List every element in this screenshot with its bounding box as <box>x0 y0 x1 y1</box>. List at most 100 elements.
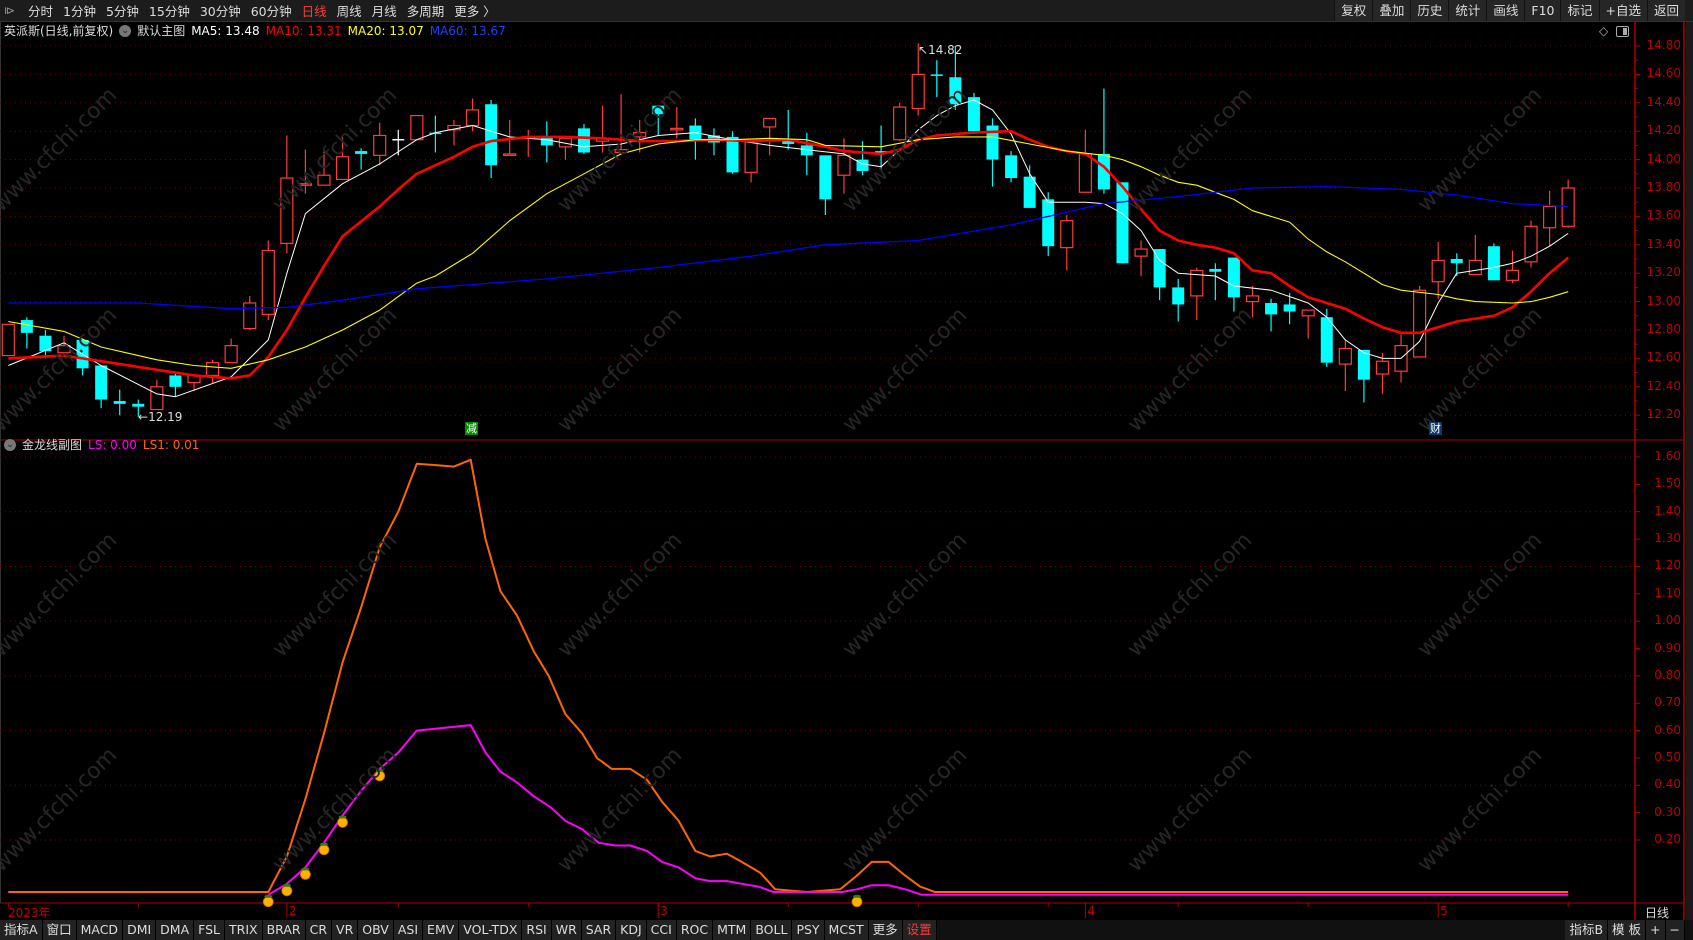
indicator-axis-label: 1.40 <box>1654 503 1681 518</box>
chevron-down-icon[interactable]: ⌄ <box>4 439 16 451</box>
candle-body-down <box>1450 259 1463 264</box>
indicator-tab-10[interactable]: OBV <box>358 920 394 940</box>
indicator-tab-7[interactable]: BRAR <box>262 920 306 940</box>
diamond-icon[interactable]: ◇ <box>1599 24 1608 38</box>
chevron-down-icon[interactable]: ⌄ <box>119 25 132 37</box>
indicator-tab-3[interactable]: DMI <box>123 920 157 940</box>
indicator-tab-0[interactable]: 指标A <box>0 920 43 940</box>
date-label: 3 <box>660 904 668 918</box>
indicator-title[interactable]: 金龙线副图 <box>22 436 82 454</box>
tab-period-3[interactable]: 15分钟 <box>149 1 190 20</box>
gold-coin-signal-icon <box>851 896 863 908</box>
ls1-line <box>8 458 1569 893</box>
candle-body-up <box>744 140 758 173</box>
tab-period-8[interactable]: 月线 <box>372 1 397 20</box>
coin-leaf-icon <box>301 867 310 871</box>
candle-body-up <box>1301 309 1315 317</box>
price-axis-label: 14.20 <box>1646 123 1681 138</box>
indicator-tab-12[interactable]: EMV <box>423 920 460 940</box>
indicator-tab-25[interactable]: 设置 <box>902 920 937 940</box>
candle-body-down <box>132 403 145 407</box>
period-tabs: 分时 1分钟 5分钟 15分钟 30分钟 60分钟 日线 周线 月线 多周期 更多 〉 <box>28 1 496 20</box>
indicator-tab-24[interactable]: 更多 <box>868 920 903 940</box>
candle-body-up <box>410 114 424 141</box>
reduction-marker[interactable]: 减 <box>465 422 478 435</box>
indicator-tab-13[interactable]: VOL-TDX <box>459 920 523 940</box>
candle-body-up <box>335 156 350 181</box>
toolbar-button-0[interactable]: 复权 <box>1334 0 1373 21</box>
indicator-tab-21[interactable]: BOLL <box>751 920 793 940</box>
toolbar-button-6[interactable]: 标记 <box>1560 0 1599 21</box>
indicator-tab-20[interactable]: MTM <box>713 920 752 940</box>
panel-toggle-icon[interactable] <box>1616 26 1630 37</box>
indicator-axis-label: 0.70 <box>1654 695 1681 710</box>
candle-body-up <box>633 132 647 138</box>
candle-body-up <box>1078 153 1092 193</box>
indicator-tab-6[interactable]: TRIX <box>225 920 263 940</box>
chart-tools: ◇ <box>1599 24 1630 38</box>
candle-body-down <box>652 105 665 115</box>
tab-period-4[interactable]: 30分钟 <box>200 1 241 20</box>
tab-period-1[interactable]: 1分钟 <box>63 1 96 20</box>
gold-coin-signal-icon <box>318 844 330 856</box>
tab-period-6[interactable]: 日线 <box>302 1 327 20</box>
bottom-right-button-2[interactable]: + <box>1646 920 1666 940</box>
scrollbar[interactable] <box>1686 22 1693 920</box>
price-axis-label: 13.80 <box>1646 180 1681 194</box>
indicator-tab-19[interactable]: ROC <box>676 920 714 940</box>
collapse-icon[interactable]: ⧐ <box>4 4 22 18</box>
price-axis-label: 14.60 <box>1646 66 1681 81</box>
candle-body-up <box>893 106 907 141</box>
price-axis-label: 12.20 <box>1646 407 1681 422</box>
indicator-tab-4[interactable]: DMA <box>156 920 195 940</box>
candle-body-up <box>1431 259 1445 283</box>
tab-period-10[interactable]: 更多 〉 <box>454 1 495 20</box>
indicator-axis-label: 1.10 <box>1654 585 1681 600</box>
candle-body-up <box>280 177 294 244</box>
indicator-tab-22[interactable]: PSY <box>792 920 825 940</box>
toolbar-button-8[interactable]: 返回 <box>1646 0 1685 21</box>
bottom-right-button-1[interactable]: 模 板 <box>1608 920 1647 940</box>
low-price: 12.19 <box>148 410 183 424</box>
indicator-tab-5[interactable]: FSL <box>194 920 226 940</box>
indicator-tab-15[interactable]: WR <box>551 920 582 940</box>
toolbar-button-1[interactable]: 叠加 <box>1372 0 1411 21</box>
tab-period-9[interactable]: 多周期 <box>407 1 445 20</box>
tab-period-0[interactable]: 分时 <box>28 1 53 20</box>
bottom-right-button-0[interactable]: 指标B <box>1565 920 1609 940</box>
tab-period-2[interactable]: 5分钟 <box>106 1 139 20</box>
indicator-tab-2[interactable]: MACD <box>76 920 124 940</box>
ls-line <box>267 724 1569 896</box>
toolbar-button-3[interactable]: 统计 <box>1448 0 1487 21</box>
indicator-tabs: 指标A 窗口 MACD DMI DMA FSL TRIX BRAR CR VR OBV ASI EMV V… <box>0 920 1693 940</box>
toolbar-button-4[interactable]: 画线 <box>1486 0 1525 21</box>
candle-body-down <box>819 155 832 200</box>
toolbar-button-2[interactable]: 历史 <box>1410 0 1449 21</box>
price-axis-label: 14.00 <box>1646 151 1681 166</box>
tab-period-5[interactable]: 60分钟 <box>251 1 292 20</box>
toolbar-button-7[interactable]: +自选 <box>1598 0 1647 21</box>
candle-body-up <box>837 154 851 176</box>
indicator-tab-23[interactable]: MCST <box>824 920 869 940</box>
indicator-tab-9[interactable]: VR <box>332 920 359 940</box>
indicator-tab-17[interactable]: KDJ <box>616 920 647 940</box>
indicator-tab-1[interactable]: 窗口 <box>42 920 77 940</box>
indicator-tab-8[interactable]: CR <box>305 920 333 940</box>
indicator-axis-label: 1.60 <box>1654 449 1681 463</box>
tab-period-7[interactable]: 周线 <box>337 1 362 20</box>
toolbar-button-5[interactable]: F10 <box>1524 0 1561 21</box>
ma60-line <box>8 185 1569 310</box>
date-label: 5 <box>1440 904 1448 918</box>
bottom-right-button-3[interactable]: − <box>1665 920 1685 940</box>
price-axis-label: 12.40 <box>1646 378 1681 393</box>
ma10-value: MA10: 13.31 <box>265 24 342 38</box>
indicator-tab-11[interactable]: ASI <box>393 920 424 940</box>
gold-coin-signal-icon <box>300 869 311 880</box>
indicator-tab-16[interactable]: SAR <box>581 920 617 940</box>
candle-body-down <box>1153 249 1166 288</box>
candle-body-up <box>1375 360 1390 375</box>
finance-marker[interactable]: 财 <box>1429 422 1442 435</box>
indicator-tab-14[interactable]: RSI <box>522 920 552 940</box>
template-name[interactable]: 默认主图 <box>137 22 185 40</box>
indicator-tab-18[interactable]: CCI <box>646 920 677 940</box>
